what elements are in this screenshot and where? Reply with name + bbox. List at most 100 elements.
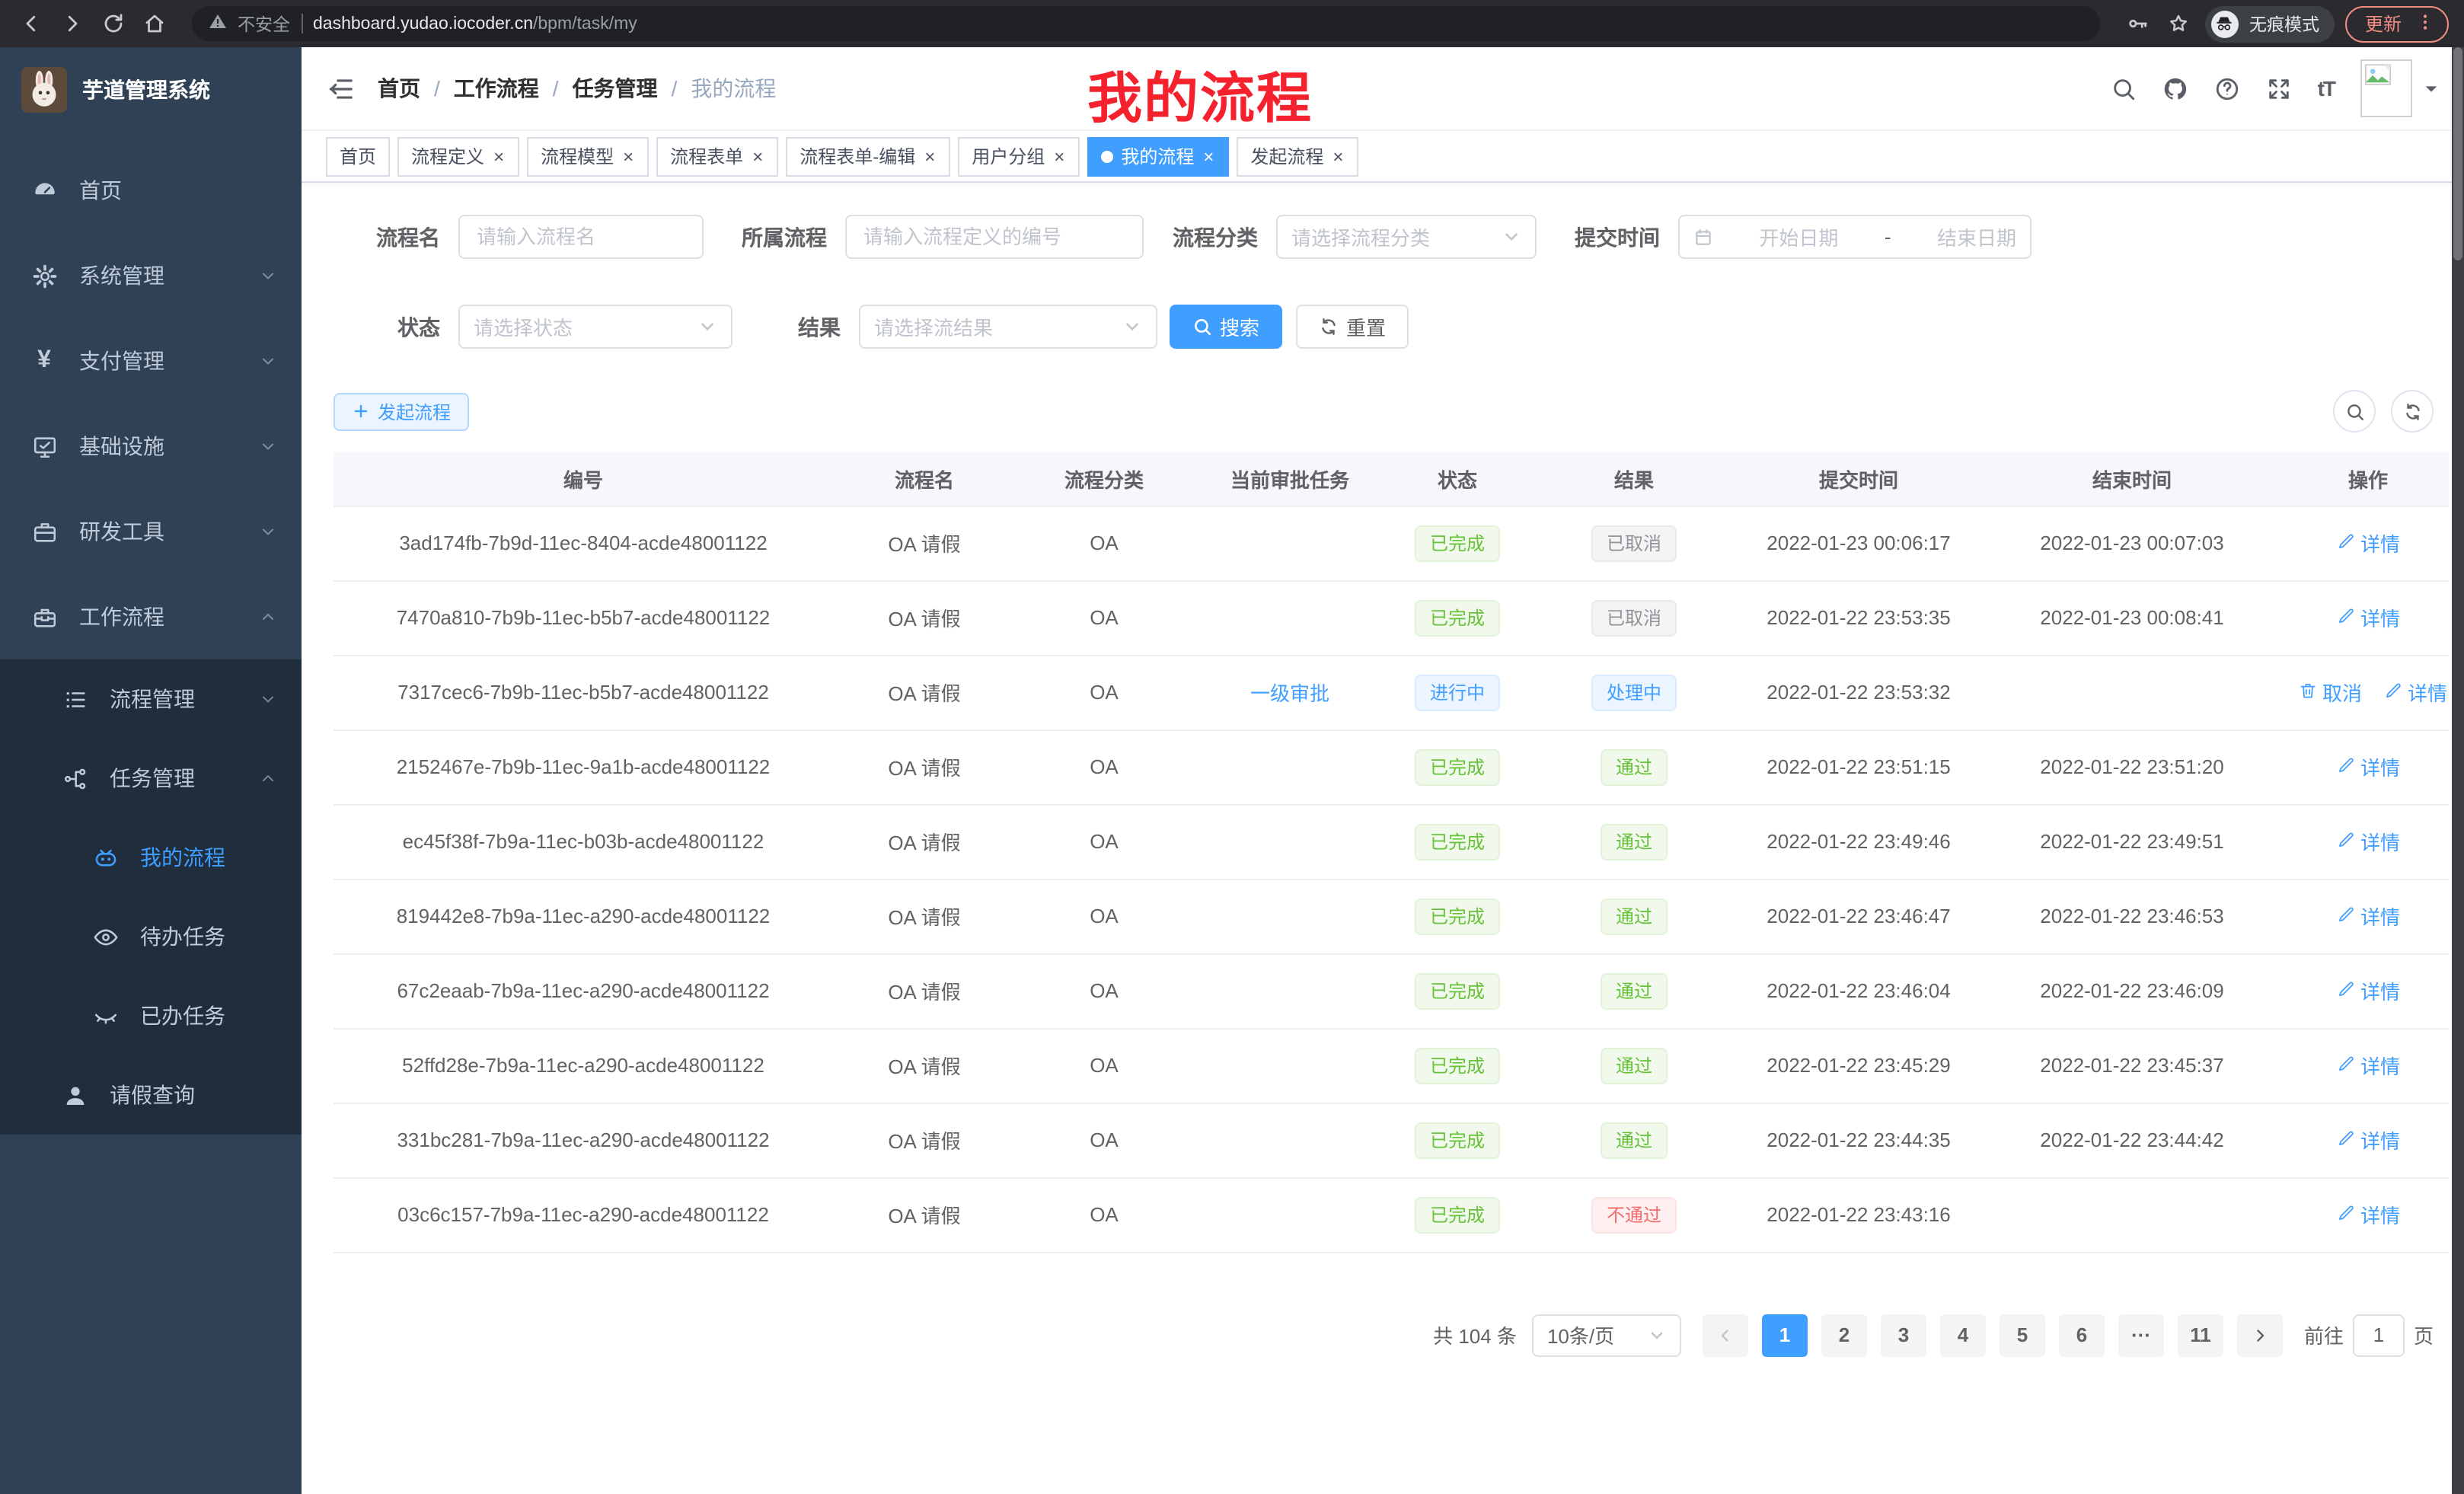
close-icon[interactable]: × [1052,145,1066,167]
prev-page-button[interactable] [1703,1314,1748,1356]
date-end-placeholder[interactable]: 结束日期 [1937,222,2016,251]
security-label[interactable]: 不安全 [238,11,290,36]
detail-action[interactable]: 详情 [2336,827,2400,856]
name-input[interactable] [458,215,704,259]
tab-2[interactable]: 流程模型 × [527,136,649,176]
sidebar-item-6[interactable]: 流程管理 [0,659,302,739]
sidebar-item-8[interactable]: 我的流程 [0,818,302,897]
search-button[interactable]: 搜索 [1170,305,1282,349]
cancel-action[interactable]: 取消 [2298,678,2362,707]
tab-0[interactable]: 首页 [326,136,390,176]
caret-down-icon[interactable] [2423,80,2440,97]
page-button-11[interactable]: 11 [2178,1314,2223,1356]
close-icon[interactable]: × [1202,145,1215,167]
category-select[interactable]: 请选择流程分类 [1276,215,1537,259]
close-icon[interactable]: × [923,145,937,167]
sidebar-item-2[interactable]: ¥支付管理 [0,318,302,404]
update-button[interactable]: 更新 [2345,5,2449,42]
sidebar-item-3[interactable]: 基础设施 [0,404,302,489]
detail-action[interactable]: 详情 [2336,976,2400,1005]
close-icon[interactable]: × [751,145,764,167]
address-bar[interactable]: 不安全 dashboard.yudao.iocoder.cn/bpm/task/… [192,6,2100,41]
detail-action[interactable]: 详情 [2383,678,2447,707]
kebab-menu-icon[interactable] [2415,11,2435,36]
breadcrumb-item[interactable]: 首页 [378,73,420,104]
detail-action[interactable]: 详情 [2336,1051,2400,1080]
sidebar-item-9[interactable]: 待办任务 [0,897,302,976]
detail-action[interactable]: 详情 [2336,902,2400,931]
hamburger-icon[interactable] [326,74,355,103]
font-size-icon[interactable]: tT [2318,76,2335,101]
show-search-button[interactable] [2333,390,2376,433]
update-label[interactable]: 更新 [2365,11,2402,37]
table-row: 2152467e-7b9b-11ec-9a1b-acde48001122 OA … [334,729,2449,804]
close-icon[interactable]: × [492,145,506,167]
status-badge: 已完成 [1415,1196,1500,1233]
page-button-4[interactable]: 4 [1940,1314,1986,1356]
detail-action[interactable]: 详情 [2336,603,2400,632]
breadcrumb-separator: / [672,76,678,101]
next-page-button[interactable] [2237,1314,2283,1356]
sidebar-item-7[interactable]: 任务管理 [0,739,302,818]
tab-5[interactable]: 用户分组 × [958,136,1080,176]
breadcrumb-item[interactable]: 任务管理 [573,73,658,104]
forward-icon[interactable] [56,8,87,39]
url-text[interactable]: dashboard.yudao.iocoder.cn/bpm/task/my [313,14,637,33]
cell-task [1192,1177,1387,1252]
sidebar-item-5[interactable]: 工作流程 [0,574,302,659]
result-select[interactable]: 请选择流结果 [859,305,1157,349]
cell-actions: 详情 [2287,1103,2449,1177]
tab-1[interactable]: 流程定义 × [397,136,519,176]
more-pages-button[interactable]: ··· [2118,1314,2164,1356]
scrollbar-thumb[interactable] [2453,47,2462,260]
cell-result: 不通过 [1527,1177,1741,1252]
create-process-button[interactable]: 发起流程 [334,392,469,430]
detail-action[interactable]: 详情 [2336,528,2400,557]
page-button-6[interactable]: 6 [2059,1314,2105,1356]
reset-button[interactable]: 重置 [1296,305,1409,349]
page-button-1[interactable]: 1 [1762,1314,1808,1356]
home-icon[interactable] [139,8,169,39]
bookmark-star-icon[interactable] [2164,8,2194,39]
task-link[interactable]: 一级审批 [1250,682,1329,705]
date-range-picker[interactable]: 开始日期 - 结束日期 [1678,215,2032,259]
page-button-5[interactable]: 5 [2000,1314,2045,1356]
date-start-placeholder[interactable]: 开始日期 [1759,222,1838,251]
result-badge: 通过 [1601,972,1668,1009]
close-icon[interactable]: × [1331,145,1345,167]
status-select[interactable]: 请选择状态 [458,305,732,349]
help-icon[interactable] [2214,75,2240,101]
user-avatar[interactable] [2360,59,2440,117]
definition-input[interactable] [845,215,1144,259]
cell-name: OA 请假 [833,804,1016,879]
tab-7[interactable]: 发起流程 × [1237,136,1358,176]
sidebar-item-4[interactable]: 研发工具 [0,489,302,574]
page-size-select[interactable]: 10条/页 [1532,1314,1681,1356]
back-icon[interactable] [15,8,46,39]
tab-6[interactable]: 我的流程 × [1087,136,1229,176]
cell-status: 已完成 [1387,1103,1527,1177]
search-icon[interactable] [2111,75,2137,101]
tab-4[interactable]: 流程表单-编辑 × [786,136,950,176]
sidebar-item-1[interactable]: 系统管理 [0,233,302,318]
detail-action[interactable]: 详情 [2336,1125,2400,1154]
reload-icon[interactable] [97,8,128,39]
breadcrumb-item[interactable]: 工作流程 [454,73,539,104]
close-icon[interactable]: × [621,145,635,167]
sidebar-item-10[interactable]: 已办任务 [0,976,302,1055]
detail-action[interactable]: 详情 [2336,1200,2400,1229]
app-logo[interactable]: 芋道管理系统 [0,47,302,132]
fullscreen-icon[interactable] [2266,75,2292,101]
page-button-3[interactable]: 3 [1881,1314,1926,1356]
tab-3[interactable]: 流程表单 × [656,136,778,176]
browser-scrollbar[interactable] [2452,47,2464,1494]
sidebar-item-11[interactable]: 请假查询 [0,1055,302,1135]
sidebar-item-0[interactable]: 首页 [0,148,302,233]
github-icon[interactable] [2162,75,2188,101]
page-button-2[interactable]: 2 [1821,1314,1867,1356]
goto-page-input[interactable] [2353,1314,2405,1356]
password-key-icon[interactable] [2123,8,2153,39]
cell-actions: 详情 [2287,953,2449,1028]
detail-action[interactable]: 详情 [2336,752,2400,781]
refresh-table-button[interactable] [2391,390,2434,433]
